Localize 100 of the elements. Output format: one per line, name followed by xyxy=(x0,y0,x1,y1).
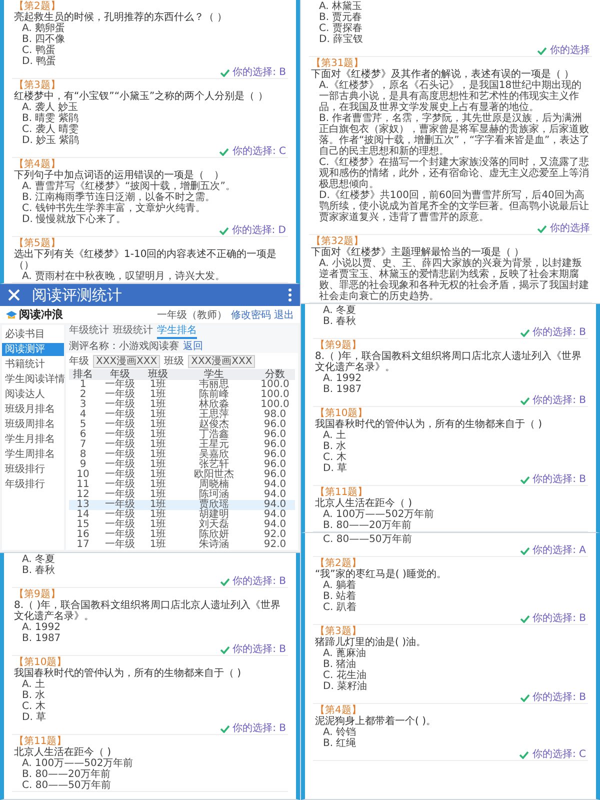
answer-option: D. 慢慢就放下心来了。 xyxy=(14,214,286,225)
question-number: 【第32题】 xyxy=(311,236,364,247)
sidebar-item[interactable]: 学生阅读详情 xyxy=(2,373,64,386)
column-header: 年级 xyxy=(97,369,143,380)
answer-option: A. 1992 xyxy=(14,622,286,633)
answer-option: D. 菜籽油 xyxy=(315,681,586,692)
answer-option: C.《红楼梦》在描写一个封建大家族没落的同时，又流露了悲观和感伤的情绪，此外，还有宿命论、虚无主义恋爱至上等消极思想倾向。 xyxy=(311,157,590,190)
your-choice-text: 你的选择: A xyxy=(532,545,586,556)
answer-option: A. 100万——502万年前 xyxy=(315,509,586,520)
answer-option: B. 红绳 xyxy=(315,738,586,749)
check-icon xyxy=(220,724,230,732)
check-icon xyxy=(537,46,547,54)
brand-name: 阅读冲浪 xyxy=(19,307,63,322)
answer-option: B. 春秋 xyxy=(14,565,286,576)
check-icon xyxy=(218,226,229,234)
answer-option: A. 冬夏 xyxy=(14,554,286,565)
sidebar-item[interactable]: 年级排行 xyxy=(2,478,64,491)
user-label: 一年级（教师） xyxy=(156,308,227,322)
answer-option: B. 春秋 xyxy=(315,316,586,327)
table-cell: 94.0 xyxy=(255,500,295,510)
question-text: 我国春秋时代的管仲认为，所有的生物都来自于（ ) xyxy=(315,419,544,430)
answer-option: B. 贾元春 xyxy=(311,12,590,23)
question-number: 【第4题】 xyxy=(315,705,362,716)
question-text: 我国春秋时代的管仲认为，所有的生物都来自于（ ) xyxy=(14,668,242,679)
answer-option: C. 木 xyxy=(14,701,286,712)
question-text: 选出下列有关《红楼梦》1-10回的内容表述不正确的一项是（） xyxy=(14,249,278,271)
answer-option: A. 小说以贾、史、王、薛四大家族的兴衰为背景，以封建叛逆者贾宝玉、林黛玉的爱情悲剧为线索，反映了社会末期腐败、罪恶的社会现象和各种无权的社会矛盾，揭示了我国封建社会走向衰亡的历史趋势。 xyxy=(311,258,590,302)
question-number: 【第4题】 xyxy=(14,159,60,170)
answer-option: B. 水 xyxy=(14,690,286,701)
your-choice-text: 你的选择: B xyxy=(532,395,586,406)
question-text: 下面对《红楼梦》主题理解最恰当的一项是（ ） xyxy=(311,247,524,258)
sidebar-item[interactable]: 必读书目 xyxy=(2,328,64,341)
answer-option: C. 木 xyxy=(315,452,586,463)
question-text: “我”家的枣红马是( )睡觉的。 xyxy=(315,569,448,580)
answer-option: B. 作者曹雪芹，名霑，字梦阮，其先世原是汉族，后为满洲正白旗包衣（家奴），曹家曾是将军显赫的贵族家，后家道败落。作者“披阅十载，增删五次”，“字字看来皆是血”，表达了自己的民主思想和新的理想。 xyxy=(311,113,590,157)
answer-option: D.《红楼梦》共100回，前60回为曹雪芹所写，后40回为高鹗所续，使小说成为首尾齐全的文学巨著。但高鹗小说最后让贾家家道复兴，违背了曹雪芹的原意。 xyxy=(311,190,590,223)
sidebar-item[interactable]: 学生周排名 xyxy=(2,448,64,461)
question-number: 【第11题】 xyxy=(14,736,68,747)
filter-label: 年级 xyxy=(69,355,89,368)
answer-option: C. 贾探春 xyxy=(311,23,590,34)
check-icon xyxy=(520,396,530,404)
question-text: 红楼梦中，有“小宝钗”“小黛玉”之称的两个人分别是（ ） xyxy=(14,91,269,102)
sidebar-item[interactable]: 班级排行 xyxy=(2,463,64,476)
your-choice-text: 你的选择 xyxy=(550,45,590,56)
question-text: 下列句子中加点词语的运用错误的一项是（ ） xyxy=(14,170,225,181)
sidebar-item[interactable]: 书籍统计 xyxy=(2,358,64,371)
tab[interactable]: 年级统计 xyxy=(69,325,109,339)
sidebar-item[interactable]: 阅读达人 xyxy=(2,388,64,401)
answer-option: B. 1987 xyxy=(315,384,586,395)
question-number: 【第3题】 xyxy=(315,626,362,637)
check-icon xyxy=(220,646,230,654)
check-icon xyxy=(537,224,547,232)
question-number: 【第11题】 xyxy=(315,487,369,498)
answer-option: B. 1987 xyxy=(14,633,286,644)
answer-option: B. 80——20万年前 xyxy=(315,520,586,531)
table-cell: 一年级 xyxy=(97,500,143,510)
your-choice-text: 你的选择: B xyxy=(532,474,586,485)
table-cell: 贾欣瑶 xyxy=(173,500,255,510)
app-title: 阅读评测统计 xyxy=(32,286,123,304)
sidebar-item[interactable]: 班级周排名 xyxy=(2,418,64,431)
check-icon xyxy=(520,328,530,336)
sidebar-item[interactable]: 班级月排名 xyxy=(2,403,64,416)
check-icon xyxy=(220,68,230,76)
check-icon xyxy=(220,578,230,586)
account-links[interactable]: 修改密码 退出 xyxy=(230,308,294,322)
your-choice-text: 你的选择: B xyxy=(232,723,286,734)
question-number: 【第10题】 xyxy=(315,408,369,419)
answer-option: D. 草 xyxy=(315,463,586,474)
check-icon xyxy=(520,476,530,484)
back-link[interactable]: 返回 xyxy=(183,339,203,353)
answer-option: A. 袭人 妙玉 xyxy=(14,102,286,113)
tab[interactable]: 班级统计 xyxy=(113,325,153,339)
answer-option: B. 80——20万年前 xyxy=(14,769,286,780)
answer-option: A. 曹雪芹写《红楼梦》“披阅十载，增删五次”。 xyxy=(14,181,286,192)
sidebar-item[interactable]: 学生月排名 xyxy=(2,433,64,446)
test-name: 测评名称：小游戏阅读赛 xyxy=(69,340,179,353)
check-icon xyxy=(520,614,530,622)
answer-option: C. 80——50万年前 xyxy=(315,534,586,545)
close-icon[interactable] xyxy=(8,289,20,301)
answer-option: B. 江南梅雨季节连日泛潮，以备不时之需。 xyxy=(14,192,286,203)
filter-select[interactable]: XXX漫画XXX xyxy=(188,354,256,368)
table-cell: 1班 xyxy=(143,500,173,510)
question-text: 8.（ )年，联合国教科文组织将周口店北京人遗址列入《世界文化遗产名录》。 xyxy=(14,600,282,622)
your-choice-text: 你的选择 xyxy=(550,223,590,234)
answer-option: A. 土 xyxy=(315,430,586,441)
question-number: 【第2题】 xyxy=(315,558,362,569)
filter-select[interactable]: XXX漫画XXX xyxy=(93,354,160,368)
answer-option: C. 袭人 晴雯 xyxy=(14,124,286,135)
your-choice-text: 你的选择: D xyxy=(232,225,286,236)
answer-option: C. 鸭蛋 xyxy=(14,45,286,56)
answer-option: A. 100万——502万年前 xyxy=(14,758,286,769)
your-choice-text: 你的选择: B xyxy=(232,576,286,587)
check-icon xyxy=(520,546,530,554)
column-header: 排名 xyxy=(69,369,97,380)
answer-option: A. 1992 xyxy=(315,373,586,384)
more-menu-icon[interactable] xyxy=(288,288,292,302)
answer-option: D. 草 xyxy=(14,712,286,723)
your-choice-text: 你的选择: B xyxy=(532,327,586,338)
your-choice-text: 你的选择: B xyxy=(232,67,286,78)
question-text: 亮起救生员的时候，孔明推荐的东西什么？（ ） xyxy=(14,12,228,23)
